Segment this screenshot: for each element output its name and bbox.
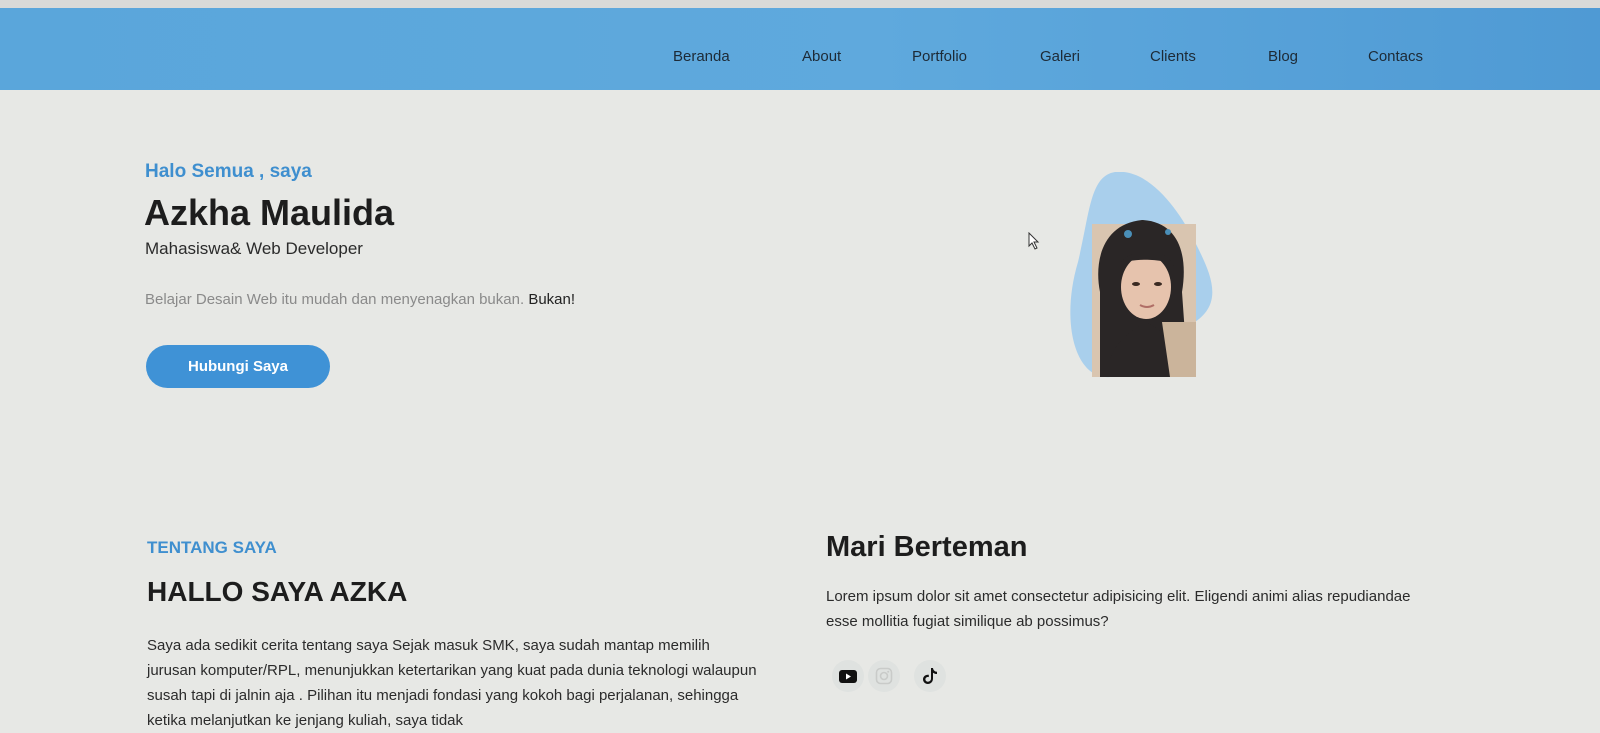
- about-body: Saya ada sedikit cerita tentang saya Sej…: [147, 637, 757, 729]
- nav-link-clients[interactable]: Clients: [1150, 48, 1196, 65]
- hero-tagline-strong: Bukan!: [528, 291, 576, 308]
- mouse-cursor-icon: [1028, 232, 1040, 250]
- social-title: Mari Berteman: [826, 531, 1028, 563]
- nav-link-portfolio[interactable]: Portfolio: [912, 48, 967, 65]
- nav-link-beranda[interactable]: Beranda: [673, 48, 730, 65]
- about-eyebrow: TENTANG SAYA: [147, 538, 277, 557]
- profile-photo: [1070, 171, 1240, 382]
- hero-name: Azkha Maulida: [144, 192, 395, 233]
- nav-link-blog[interactable]: Blog: [1268, 48, 1298, 65]
- tiktok-icon[interactable]: [914, 660, 946, 692]
- hero-tagline: Belajar Desain Web itu mudah dan menyena…: [145, 291, 575, 308]
- nav-link-about[interactable]: About: [802, 48, 841, 65]
- hero-role: Mahasiswa& Web Developer: [145, 239, 363, 258]
- nav-link-galeri[interactable]: Galeri: [1040, 48, 1080, 65]
- youtube-icon[interactable]: [832, 660, 864, 692]
- navbar: Beranda About Portfolio Galeri Clients B…: [0, 8, 1600, 90]
- top-strip: [0, 0, 1600, 8]
- instagram-icon[interactable]: [868, 660, 900, 692]
- contact-me-button[interactable]: Hubungi Saya: [146, 345, 330, 388]
- hero-tagline-text: Belajar Desain Web itu mudah dan menyena…: [145, 291, 525, 308]
- social-body: Lorem ipsum dolor sit amet consectetur a…: [826, 588, 1411, 630]
- about-title: HALLO SAYA AZKA: [147, 576, 408, 607]
- nav-link-contacs[interactable]: Contacs: [1368, 48, 1423, 65]
- hero-greeting: Halo Semua , saya: [145, 161, 312, 182]
